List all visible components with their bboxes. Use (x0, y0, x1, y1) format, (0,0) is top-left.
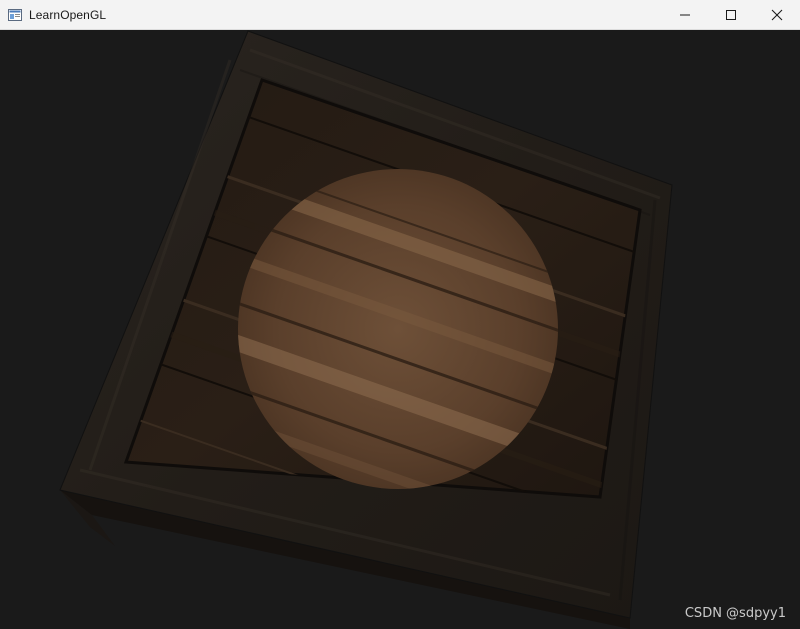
minimize-icon (680, 14, 690, 15)
window-controls (662, 0, 800, 29)
watermark: CSDN @sdpyy1 (684, 606, 786, 621)
title-bar[interactable]: LearnOpenGL (0, 0, 800, 30)
app-window: LearnOpenGL CSDN @sdpyy1 (0, 0, 800, 629)
maximize-icon (726, 9, 736, 20)
render-viewport[interactable]: CSDN @sdpyy1 (0, 30, 800, 629)
app-window-icon (8, 8, 22, 21)
minimize-button[interactable] (662, 0, 708, 29)
crate-scene (59, 30, 673, 629)
close-icon (771, 9, 783, 20)
window-title: LearnOpenGL (29, 7, 107, 22)
close-button[interactable] (754, 0, 800, 29)
maximize-button[interactable] (708, 0, 754, 29)
